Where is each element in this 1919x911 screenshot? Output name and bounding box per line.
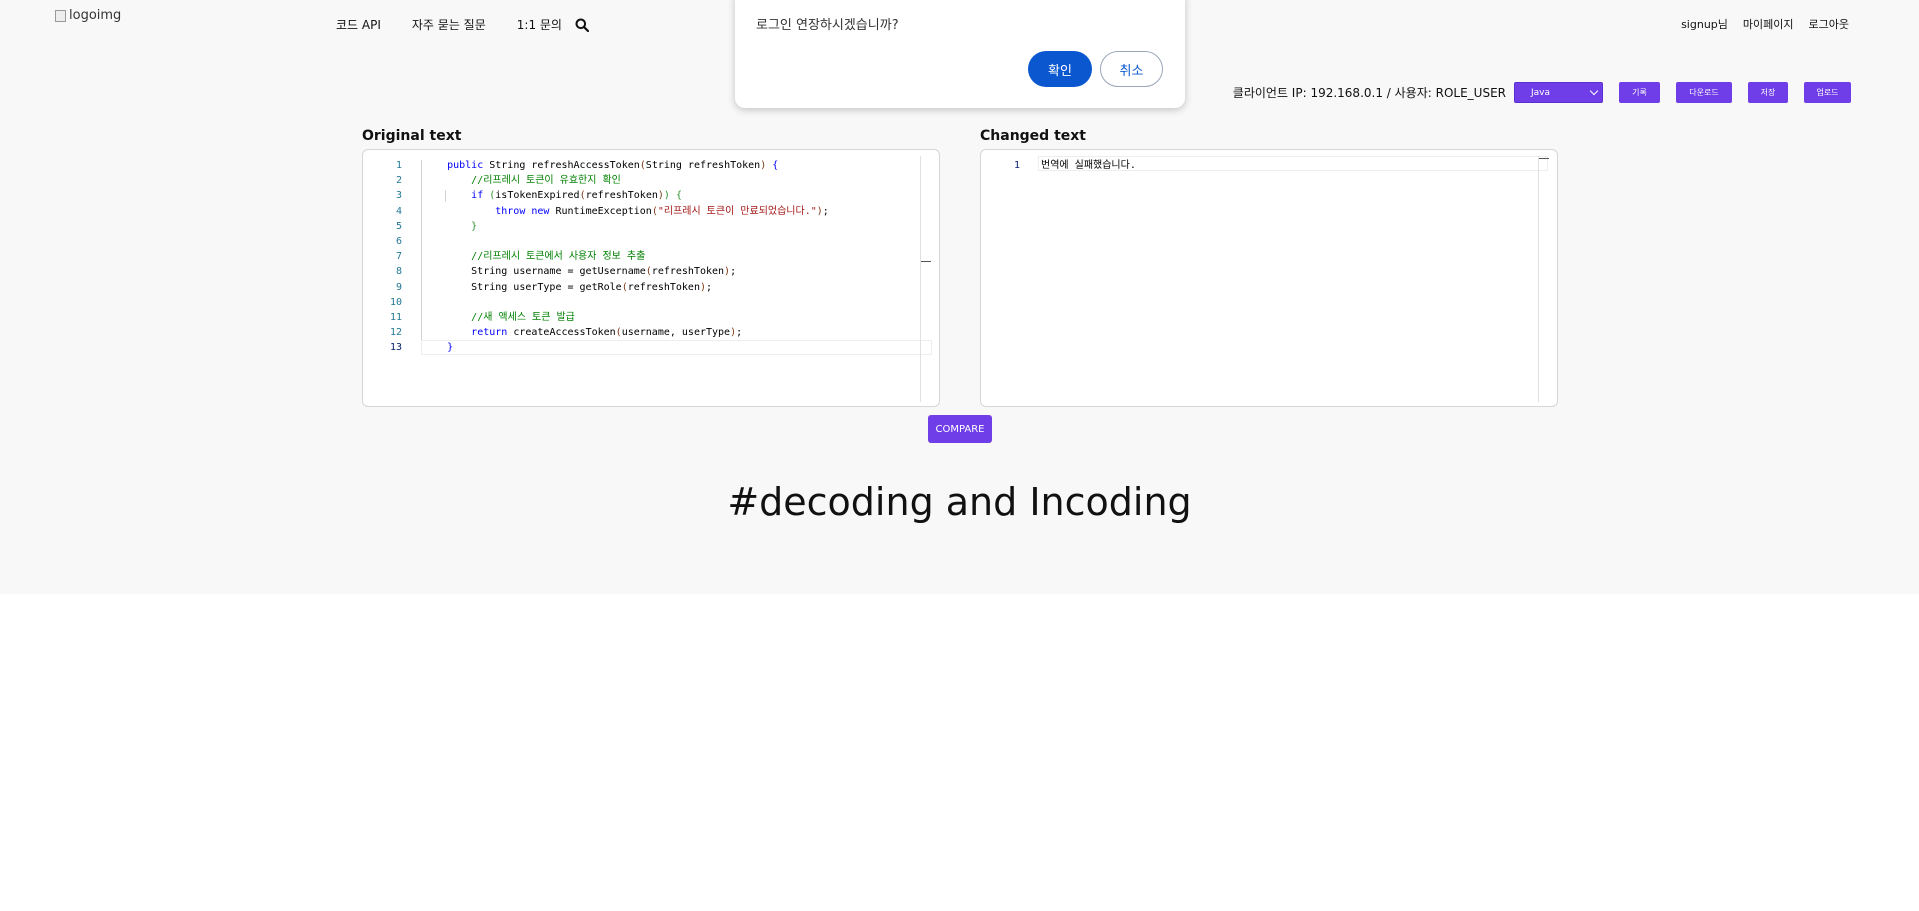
overview-ruler-mark — [1539, 158, 1549, 159]
user-greeting-link[interactable]: signup님 — [1681, 16, 1728, 32]
overview-ruler-mark — [921, 261, 931, 262]
code-line: 2 //리프레시 토큰이 유효한지 확인 — [363, 173, 939, 188]
code-text: return createAccessToken(username, userT… — [471, 327, 743, 339]
code-text: String username = getUsername(refreshTok… — [423, 266, 737, 278]
editor-scrollbar[interactable] — [1538, 156, 1539, 402]
line-number: 1 — [1013, 160, 1020, 171]
code-text: } — [447, 342, 454, 354]
code-line: 1 번역에 실패했습니다. — [981, 158, 1557, 173]
line-number: 2 — [395, 175, 402, 187]
code-text: //리프레시 토큰에서 사용자 정보 추출 — [471, 251, 646, 263]
confirm-button[interactable]: 확인 — [1028, 51, 1092, 87]
line-number: 3 — [395, 190, 402, 202]
line-number: 13 — [389, 342, 402, 354]
logout-link[interactable]: 로그아웃 — [1809, 16, 1849, 32]
code-line: 6 — [363, 234, 939, 249]
save-button[interactable]: 저장 — [1748, 82, 1788, 103]
confirm-dialog: 로그인 연장하시겠습니까? 확인 취소 — [735, 0, 1185, 108]
code-line: 13 } — [363, 340, 939, 355]
code-text: //리프레시 토큰이 유효한지 확인 — [471, 175, 621, 187]
code-text: } — [471, 220, 478, 232]
broken-image-icon — [55, 9, 66, 22]
compare-button[interactable]: COMPARE — [928, 415, 992, 443]
nav-inquiry[interactable]: 1:1 문의 — [517, 16, 562, 33]
line-number: 11 — [389, 311, 402, 323]
download-button[interactable]: 다운로드 — [1676, 82, 1732, 103]
line-number: 9 — [395, 281, 402, 293]
code-line: 11 //새 액세스 토큰 발급 — [363, 310, 939, 325]
line-number: 4 — [395, 205, 402, 217]
code-text: public String refreshAccessToken(String … — [447, 160, 779, 171]
code-text: String userType = getRole(refreshToken); — [423, 281, 713, 293]
hero-heading: #decoding and Incoding — [727, 480, 1192, 524]
user-nav: signup님 마이페이지 로그아웃 — [1681, 16, 1849, 32]
line-number: 12 — [389, 327, 402, 339]
code-line: 1 public String refreshAccessToken(Strin… — [363, 158, 939, 173]
line-number: 5 — [395, 220, 402, 232]
search-icon[interactable] — [575, 18, 590, 32]
code-line: 3 if (isTokenExpired(refreshToken)) { — [363, 188, 939, 203]
main-nav: 코드 API 자주 묻는 질문 1:1 문의 — [336, 16, 590, 33]
code-line: 7 //리프레시 토큰에서 사용자 정보 추출 — [363, 249, 939, 264]
client-info: 클라이언트 IP: 192.168.0.1 / 사용자: ROLE_USER — [1232, 86, 1506, 100]
line-number: 1 — [395, 160, 402, 171]
logo-alt-text: logoimg — [69, 8, 122, 23]
code-line: 12 return createAccessToken(username, us… — [363, 325, 939, 340]
language-select[interactable]: Java — [1514, 82, 1603, 103]
line-number: 6 — [395, 235, 402, 247]
dialog-message: 로그인 연장하시겠습니까? — [756, 18, 899, 33]
editor-scrollbar[interactable] — [920, 156, 921, 402]
logo[interactable]: logoimg — [55, 8, 121, 23]
code-lines: 1 public String refreshAccessToken(Strin… — [363, 158, 939, 355]
mypage-link[interactable]: 마이페이지 — [1743, 16, 1794, 32]
nav-code-api[interactable]: 코드 API — [336, 16, 381, 33]
changed-text-title: Changed text — [980, 128, 1086, 144]
line-number: 10 — [389, 296, 402, 308]
upload-button[interactable]: 업로드 — [1804, 82, 1851, 103]
original-text-title: Original text — [362, 128, 462, 144]
line-number: 8 — [395, 266, 402, 278]
code-text: throw new RuntimeException("리프레시 토큰이 만료되… — [495, 205, 829, 217]
changed-code-editor[interactable]: 1 번역에 실패했습니다. — [980, 149, 1558, 407]
code-text: if (isTokenExpired(refreshToken)) { — [471, 190, 682, 202]
original-code-editor[interactable]: 1 public String refreshAccessToken(Strin… — [362, 149, 940, 407]
nav-faq[interactable]: 자주 묻는 질문 — [412, 16, 486, 33]
code-line: 9 String userType = getRole(refreshToken… — [363, 280, 939, 295]
cancel-button[interactable]: 취소 — [1100, 51, 1163, 87]
code-lines: 1 번역에 실패했습니다. — [981, 158, 1557, 173]
code-line: 4 throw new RuntimeException("리프레시 토큰이 만… — [363, 204, 939, 219]
chevron-down-icon — [1589, 86, 1599, 96]
language-select-value: Java — [1531, 87, 1551, 98]
history-button[interactable]: 기록 — [1619, 82, 1660, 103]
code-line: 10 — [363, 295, 939, 310]
toolbar: 클라이언트 IP: 192.168.0.1 / 사용자: ROLE_USER J… — [1233, 82, 1851, 103]
line-number: 7 — [395, 251, 402, 263]
code-line: 5 } — [363, 219, 939, 234]
code-text: 번역에 실패했습니다. — [1041, 160, 1136, 171]
code-text: //새 액세스 토큰 발급 — [471, 311, 575, 323]
code-line: 8 String username = getUsername(refreshT… — [363, 264, 939, 279]
